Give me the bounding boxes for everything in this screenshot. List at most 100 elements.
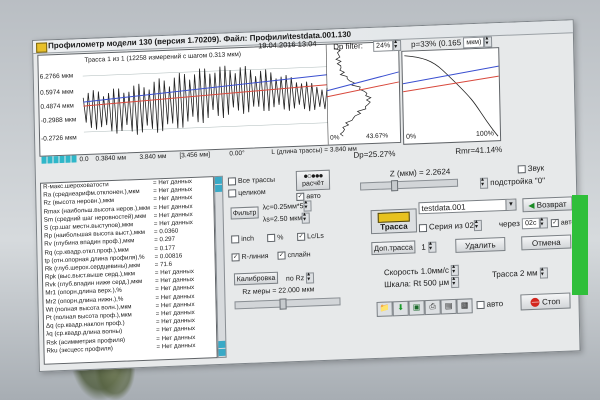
add-trace-count-value: 1 xyxy=(421,242,426,252)
hist-min-label: 0% xyxy=(330,134,340,142)
dp-filter-value[interactable]: 24% xyxy=(373,40,394,52)
dp-filter-control[interactable]: 24% xyxy=(373,39,402,52)
trace-button[interactable]: Трасса xyxy=(370,208,418,235)
print-icon[interactable]: ⎙ xyxy=(424,299,441,316)
dp-value: Dp=25.27% xyxy=(353,149,396,160)
zero-tuning-spin[interactable] xyxy=(479,177,489,189)
p-spin[interactable] xyxy=(484,36,493,48)
scroll-up-icon[interactable] xyxy=(214,176,223,185)
bearing-curve-panel[interactable]: 0% 100% xyxy=(401,47,502,145)
dp-filter-spin[interactable] xyxy=(393,39,402,52)
sound-checkbox[interactable]: Звук xyxy=(517,163,545,174)
status-indicator xyxy=(572,195,588,295)
scroll-up-icon-2[interactable] xyxy=(215,184,223,193)
parameter-list[interactable]: R-макс.шероховатости = Нет данных Ra (сред… xyxy=(39,176,218,365)
add-trace-count[interactable]: 1 xyxy=(421,241,437,254)
all-traces-checkbox[interactable]: Все трассы xyxy=(227,176,275,186)
bearing-curve-svg xyxy=(402,55,499,137)
auto-save-label: авто xyxy=(486,299,504,309)
calc-button-label: расчёт xyxy=(301,179,325,188)
save-icon[interactable]: ▣ xyxy=(408,300,425,316)
lc-ls-label: Lc/Ls xyxy=(307,232,324,241)
sound-label: Звук xyxy=(527,163,545,174)
by-rz-spin[interactable] xyxy=(306,272,315,284)
interval-control[interactable]: через 02с xyxy=(499,217,548,230)
y-label-2: 0.5974 мкм xyxy=(40,88,74,97)
calibration-button[interactable]: Калибровка xyxy=(233,271,279,286)
scroll-down-icon[interactable] xyxy=(218,340,226,349)
percent-checkbox[interactable]: % xyxy=(267,233,284,243)
rz-measure-label: Rz меры = 22.000 мкм xyxy=(242,286,315,297)
lc-ls-checkbox[interactable]: ✓ Lc/Ls xyxy=(297,232,324,241)
auto-save-checkbox[interactable]: авто xyxy=(476,299,504,310)
scale-ticks xyxy=(41,155,78,164)
by-rz-label: по Rz xyxy=(285,275,305,283)
auto-calc-label: авто xyxy=(306,192,321,201)
chevron-down-icon[interactable]: ▼ xyxy=(505,199,516,210)
rz-slider[interactable] xyxy=(234,297,341,310)
file-combo[interactable]: testdata.001 ▼ xyxy=(418,198,517,215)
series-control[interactable]: Серия из 02 xyxy=(418,219,483,233)
stop-button[interactable]: — Стоп xyxy=(520,292,571,311)
x-label-2: 0.3840 мм xyxy=(95,154,127,163)
x-label-3: 3.840 мм xyxy=(139,152,167,161)
add-trace-spin[interactable] xyxy=(427,241,437,253)
interval-value[interactable]: 02с xyxy=(522,217,540,230)
hist-red-line xyxy=(327,81,399,98)
p-label: p=33% (0.165 xyxy=(411,38,462,50)
interval-label: через xyxy=(498,219,520,229)
whole-checkbox[interactable]: целиком xyxy=(228,188,266,198)
filter-button[interactable]: Фильтр xyxy=(230,206,259,220)
bearing-min: 0% xyxy=(405,133,417,141)
lambda-c-label: λc=0.25мм xyxy=(262,203,297,212)
lower-panel: R-макс.шероховатости = Нет данных Ra (сред… xyxy=(38,160,578,369)
delete-button[interactable]: Удалить xyxy=(455,236,506,253)
main-window: Профилометр модели 130 (версия 1.70209).… xyxy=(32,19,581,372)
rz-slider-thumb[interactable] xyxy=(279,298,287,310)
bearing-curve xyxy=(404,55,499,137)
scale-control[interactable]: Шкала: Rt 500 µм xyxy=(384,276,460,291)
profile-plot[interactable]: Трасса 1 из 1 (12258 измерений с шагом 0… xyxy=(37,39,402,157)
lambda-s-control[interactable]: λs=2.50 мкм xyxy=(263,212,311,225)
lambda-s-spin[interactable] xyxy=(301,212,311,224)
return-arrow-icon: ◀ xyxy=(528,200,535,211)
z-slider-thumb[interactable] xyxy=(390,180,399,192)
z-value: Z (мкм) = 2.2624 xyxy=(389,167,451,179)
bearing-blue-line xyxy=(402,65,499,85)
parameter-value: = Нет данных xyxy=(156,341,196,351)
inch-checkbox[interactable]: inch xyxy=(231,235,254,244)
r-line-label: R-линия xyxy=(241,252,269,261)
z-slider[interactable] xyxy=(360,178,459,192)
stop-button-label: Стоп xyxy=(541,296,561,307)
speed-label: Скорость 1.0мм/с xyxy=(383,265,450,278)
series-label: Серия из xyxy=(428,221,463,232)
x-label-4: [3.456 мм] xyxy=(179,151,211,160)
y-label-5: -0.2726 мкм xyxy=(41,134,77,143)
trace-length-control[interactable]: Трасса 2 мм xyxy=(492,267,548,280)
download-arrow-icon[interactable]: ⬇ xyxy=(392,300,409,317)
by-rz-control[interactable]: по Rz xyxy=(285,272,315,284)
hist-blue-line xyxy=(326,71,399,92)
interval-spin[interactable] xyxy=(539,217,548,229)
percent-label: % xyxy=(277,234,284,242)
p-unit[interactable]: мкм) xyxy=(463,36,485,49)
r-line-checkbox[interactable]: ✓ R-линия xyxy=(231,252,269,262)
trace-length-spin[interactable] xyxy=(539,267,548,279)
cancel-button[interactable]: Отмена xyxy=(521,234,572,251)
report-icon[interactable]: ▦ xyxy=(456,298,473,314)
scale-spin[interactable] xyxy=(451,276,460,289)
dp-filter-label: Dp filter: xyxy=(333,41,364,52)
trace-length-label: Трасса 2 мм xyxy=(491,268,538,280)
return-button[interactable]: ◀ Возврат xyxy=(522,196,573,213)
series-spin[interactable] xyxy=(473,219,483,232)
document-icon[interactable]: ▤ xyxy=(440,298,457,315)
spline-checkbox[interactable]: ✓ сплайн xyxy=(277,250,311,260)
control-panel: Z (мкм) = 2.2624 Звук подстройка "0" Тра… xyxy=(350,160,576,357)
scroll-down-icon-2[interactable] xyxy=(218,348,226,357)
hist-pct-label: 43.67% xyxy=(365,132,389,141)
stop-icon: — xyxy=(530,298,540,308)
calc-button[interactable]: ●○●●● расчёт xyxy=(295,169,331,191)
add-trace-button[interactable]: Доп.трасса xyxy=(371,240,416,256)
open-folder-icon[interactable]: 📁 xyxy=(376,301,393,317)
zero-tuning[interactable]: подстройка "0" xyxy=(479,175,545,189)
